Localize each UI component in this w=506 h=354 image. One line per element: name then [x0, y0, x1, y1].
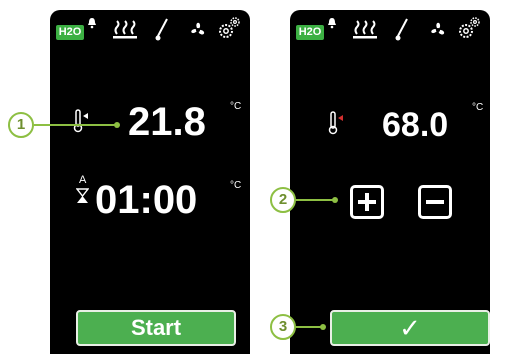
- temperature-unit: °C: [230, 101, 242, 112]
- status-bar: H2O: [290, 10, 490, 50]
- temperature-unit: °C: [472, 102, 484, 113]
- fan-icon[interactable]: [428, 20, 448, 40]
- confirm-button[interactable]: ✓: [330, 310, 490, 346]
- current-temperature: 21.8: [128, 100, 206, 144]
- oven-screen-left: H2O 21.8 °C A 01:00 °C Start: [50, 10, 250, 354]
- thermometer-icon: [73, 109, 88, 133]
- callout-1-leader: [34, 124, 116, 126]
- steam-icon[interactable]: [113, 20, 137, 40]
- callout-1: 1: [8, 112, 34, 138]
- callout-3: 3: [270, 314, 296, 340]
- timer-value: 01:00: [95, 178, 198, 222]
- h2o-badge[interactable]: H2O: [296, 25, 324, 40]
- fan-icon[interactable]: [188, 20, 208, 40]
- hourglass-icon: [76, 188, 89, 203]
- callout-3-dot: [320, 324, 326, 330]
- callout-2-leader: [296, 199, 334, 201]
- gears-icon[interactable]: [457, 16, 481, 40]
- bell-icon: [328, 18, 336, 29]
- oven-screen-right: H2O 68.0 °C ✓: [290, 10, 490, 354]
- callout-2-dot: [332, 197, 338, 203]
- decrease-button[interactable]: [418, 185, 452, 219]
- gears-icon[interactable]: [217, 16, 241, 40]
- callout-1-dot: [114, 122, 120, 128]
- steam-icon[interactable]: [353, 20, 377, 40]
- increase-button[interactable]: [350, 185, 384, 219]
- thermometer-icon: [328, 111, 343, 135]
- timer-mode-label: A: [79, 174, 87, 186]
- plus-icon: [358, 193, 376, 211]
- callout-3-leader: [296, 326, 322, 328]
- probe-icon[interactable]: [395, 18, 409, 42]
- status-bar: H2O: [50, 10, 250, 50]
- timer-unit: °C: [230, 180, 242, 191]
- minus-icon: [426, 200, 444, 204]
- callout-2: 2: [270, 187, 296, 213]
- probe-icon[interactable]: [155, 18, 169, 42]
- start-button[interactable]: Start: [76, 310, 236, 346]
- target-temperature: 68.0: [382, 106, 449, 144]
- h2o-badge[interactable]: H2O: [56, 25, 84, 40]
- bell-icon: [88, 18, 96, 29]
